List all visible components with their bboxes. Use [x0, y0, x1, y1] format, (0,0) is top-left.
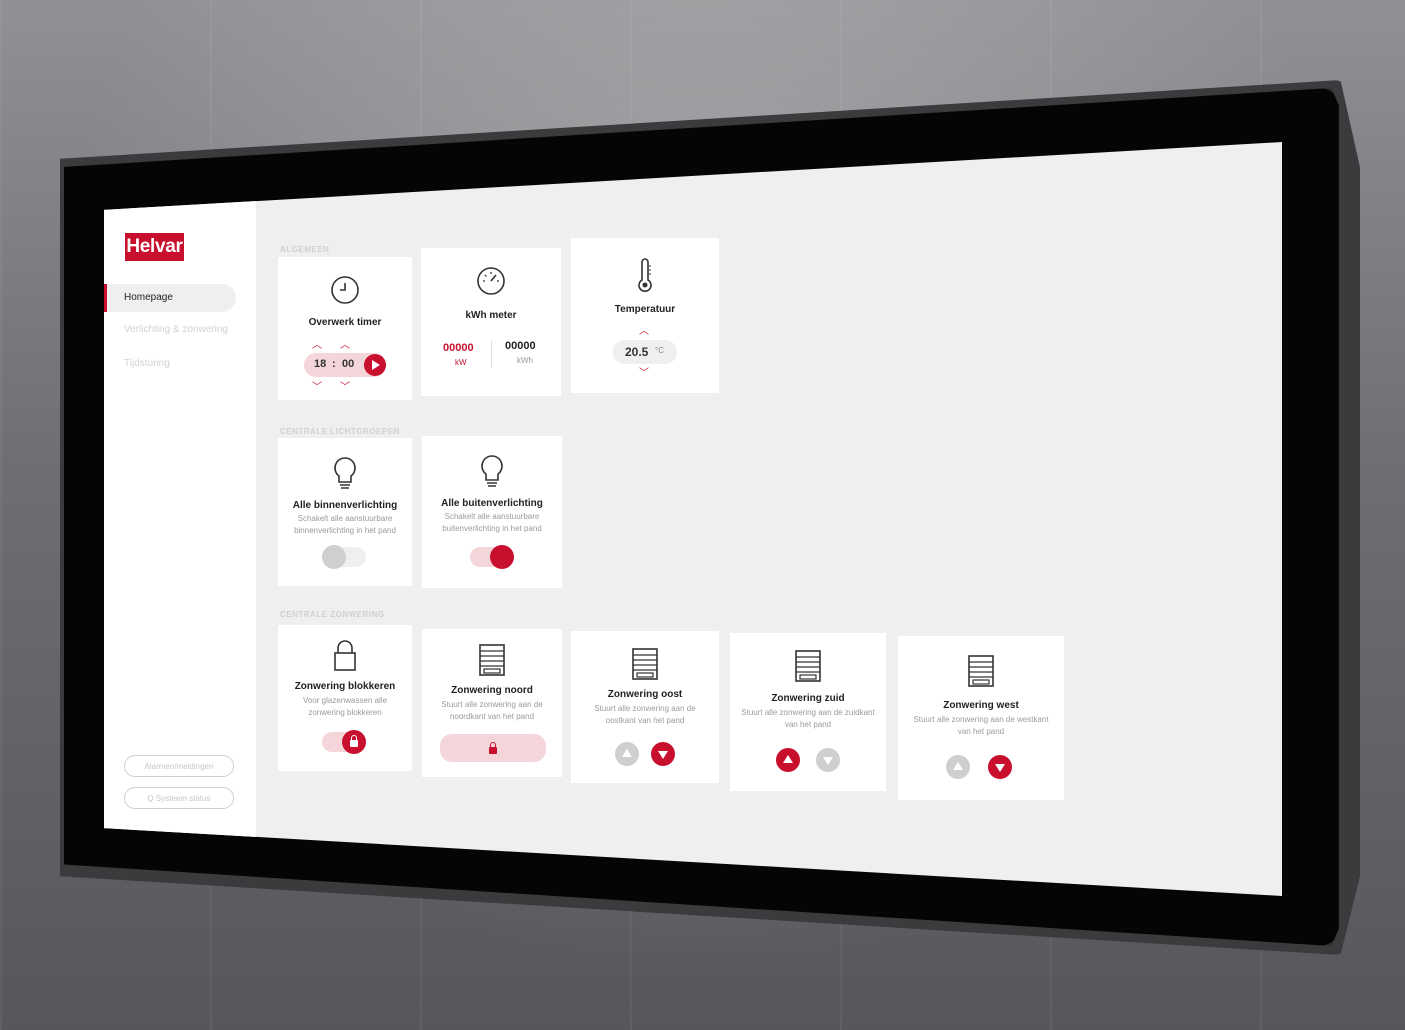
sidebar-item-tijdsturing[interactable]: Tijdsturing: [104, 350, 236, 378]
timer-play-button[interactable]: [364, 354, 386, 376]
blind-icon: [795, 650, 821, 682]
temp-title: Temperatuur: [614, 304, 676, 315]
noord-title: Zonwering noord: [451, 685, 533, 696]
buitenverlichting-card: Alle buitenverlichting Schakelt alle aan…: [422, 436, 562, 588]
zuid-up-button[interactable]: [776, 748, 800, 772]
kwh-value: 00000: [505, 340, 536, 352]
zonwering-west-card: Zonwering west Stuurt alle zonwering aan…: [898, 636, 1064, 800]
hours-down-chevron-icon[interactable]: ﹀: [312, 378, 322, 393]
toggle-knob: [342, 730, 366, 754]
timer-minutes[interactable]: 00: [342, 358, 354, 370]
temp-down-chevron-icon[interactable]: ﹀: [639, 364, 649, 379]
zuid-down-button[interactable]: [816, 748, 840, 772]
buitenverlichting-title: Alle buitenverlichting: [441, 498, 543, 509]
west-up-button[interactable]: [946, 755, 970, 779]
timer-hours[interactable]: 18: [314, 358, 326, 370]
noord-locked-button[interactable]: [440, 734, 546, 762]
temperatuur-card: Temperatuur ︿ 20.5 °C ﹀: [571, 238, 719, 393]
overwerk-timer-card: Overwerk timer ︿ ︿ 18 : 00 ﹀ ﹀: [278, 257, 412, 400]
binnenverlichting-toggle[interactable]: [322, 545, 366, 569]
section-algemeen: ALGEMEEN: [280, 245, 330, 254]
section-lichtgroepen: CENTRALE LICHTGROEPEN: [280, 427, 400, 436]
system-status-button[interactable]: Q Systeem status: [124, 787, 234, 809]
blind-icon: [632, 648, 658, 680]
blind-icon: [968, 655, 994, 687]
zuid-desc: Stuurt alle zonwering aan de zuidkant va…: [741, 708, 875, 729]
blokkeren-desc: Voor glazenwassen alle zonwering blokker…: [302, 696, 388, 717]
oost-desc: Stuurt alle zonwering aan de oostkant va…: [594, 704, 696, 725]
lightbulb-icon: [481, 455, 503, 487]
zonwering-zuid-card: Zonwering zuid Stuurt alle zonwering aan…: [730, 633, 886, 791]
oost-title: Zonwering oost: [607, 689, 683, 700]
zonwering-noord-card: Zonwering noord Stuurt alle zonwering aa…: [422, 629, 562, 777]
app-screen: Helvar Homepage Verlichting & zonwering …: [104, 142, 1282, 896]
helvar-logo: Helvar: [125, 233, 184, 261]
kw-unit: kW: [455, 358, 467, 367]
temp-unit: °C: [655, 346, 664, 355]
blokkeren-title: Zonwering blokkeren: [294, 681, 396, 692]
toggle-knob: [322, 545, 346, 569]
buitenverlichting-toggle[interactable]: [470, 545, 514, 569]
lock-icon: [350, 735, 358, 747]
kw-value: 00000: [443, 342, 474, 354]
toggle-knob: [490, 545, 514, 569]
zuid-title: Zonwering zuid: [771, 693, 845, 704]
blind-icon: [479, 644, 505, 676]
binnenverlichting-card: Alle binnenverlichting Schakelt alle aan…: [278, 438, 412, 586]
kwh-unit: kWh: [517, 356, 533, 365]
noord-desc: Stuurt alle zonwering aan de noordkant v…: [441, 700, 543, 721]
west-desc: Stuurt alle zonwering aan de westkant va…: [913, 715, 1049, 736]
zonwering-blokkeren-card: Zonwering blokkeren Voor glazenwassen al…: [278, 625, 412, 771]
section-zonwering: CENTRALE ZONWERING: [280, 610, 385, 619]
sidebar: Helvar Homepage Verlichting & zonwering …: [104, 142, 256, 896]
kwh-meter-card: kWh meter 00000 kW 00000 kWh: [421, 248, 561, 396]
timer-separator: :: [332, 358, 336, 370]
oost-down-button[interactable]: [651, 742, 675, 766]
zonwering-oost-card: Zonwering oost Stuurt alle zonwering aan…: [571, 631, 719, 783]
sidebar-item-homepage[interactable]: Homepage: [104, 284, 236, 312]
thermometer-icon: [638, 258, 652, 292]
west-down-button[interactable]: [988, 755, 1012, 779]
minutes-up-chevron-icon[interactable]: ︿: [340, 336, 350, 351]
alarms-button[interactable]: Alarmen/meldingen: [124, 755, 234, 777]
buitenverlichting-desc: Schakelt alle aanstuurbare buitenverlich…: [442, 512, 542, 533]
lock-icon: [489, 742, 497, 754]
temp-up-chevron-icon[interactable]: ︿: [639, 322, 649, 337]
kwh-divider: [491, 340, 492, 368]
blokkeren-toggle[interactable]: [322, 730, 366, 754]
binnenverlichting-desc: Schakelt alle aanstuurbare binnenverlich…: [294, 514, 396, 535]
binnenverlichting-title: Alle binnenverlichting: [292, 500, 398, 511]
lightbulb-icon: [334, 457, 356, 489]
kwh-title: kWh meter: [465, 310, 517, 321]
west-title: Zonwering west: [943, 700, 1019, 711]
oost-up-button[interactable]: [615, 742, 639, 766]
sidebar-item-verlichting[interactable]: Verlichting & zonwering: [104, 316, 236, 344]
timer-title: Overwerk timer: [308, 317, 382, 328]
hours-up-chevron-icon[interactable]: ︿: [312, 336, 322, 351]
clock-icon: [331, 276, 359, 304]
minutes-down-chevron-icon[interactable]: ﹀: [340, 378, 350, 393]
gauge-icon: [477, 267, 505, 295]
lock-icon: [334, 640, 356, 671]
temp-value: 20.5: [625, 345, 649, 359]
